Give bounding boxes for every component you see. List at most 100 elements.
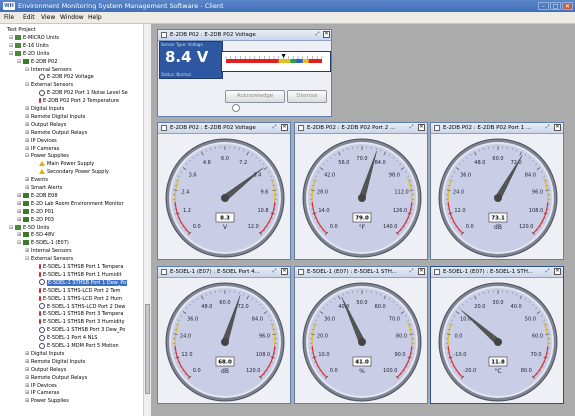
menu-edit[interactable]: Edit: [23, 14, 35, 21]
tree-node[interactable]: E-5DEL-1 STHSB Port 3 Dew_Po: [33, 326, 125, 334]
maximize-icon[interactable]: ⤢: [408, 268, 415, 275]
panel-titlebar[interactable]: E-5DEL-1 (E07) : E-5DEL-1 STH... ⤢ ✕: [295, 267, 427, 278]
maximize-icon[interactable]: ⤢: [408, 124, 415, 131]
tree-node[interactable]: ⊞ Digital Inputs: [25, 105, 64, 113]
maximize-icon[interactable]: ⤢: [544, 268, 551, 275]
tree-node[interactable]: E-5DEL-1 STHSB Port 1 Tempera: [33, 263, 123, 271]
tree-node[interactable]: Secondary Power Supply: [33, 168, 109, 176]
tree-node[interactable]: ⊟ E-2D Units: [9, 50, 49, 58]
tree-node[interactable]: E-2DB P02 Voltage: [33, 73, 94, 81]
tree-node[interactable]: Main Power Supply: [33, 160, 94, 168]
menu-view[interactable]: View: [41, 14, 55, 21]
gauge-panel[interactable]: E-2DB P02 : E-2DB P02 Port 1 ... ⤢ ✕ 0.0…: [430, 122, 564, 260]
close-icon[interactable]: ✕: [554, 124, 561, 131]
tree-node[interactable]: ⊞ IP Cameras: [25, 145, 59, 153]
sensor-icon: [39, 326, 45, 333]
scrollbar-thumb[interactable]: [145, 304, 150, 394]
close-icon[interactable]: ✕: [281, 124, 288, 131]
tree-scrollbar[interactable]: [143, 24, 151, 416]
tree-node[interactable]: ⊞ Internal Sensors: [25, 247, 72, 255]
tree-node[interactable]: ⊞ Output Relays: [25, 366, 66, 374]
tree-node[interactable]: E-5DEL-1 STHSB Port 3 Tempera: [33, 310, 123, 318]
panel-checkbox[interactable]: [161, 125, 167, 131]
tree-node[interactable]: ⊟ E-5D Units: [9, 224, 49, 232]
project-tree[interactable]: Test Project ⊟ E-MICRO Units ⊟ E-16 Units ⊟ E-…: [0, 24, 151, 416]
tree-node[interactable]: ⊟ E-2DB P02: [17, 58, 57, 66]
tree-node[interactable]: ⊟ External Sensors: [25, 81, 73, 89]
close-icon[interactable]: ✕: [418, 124, 425, 131]
tree-node[interactable]: E-5DEL-1 STHSB Port 3 Humidity: [33, 318, 125, 326]
panel-checkbox[interactable]: [161, 32, 167, 38]
tree-node[interactable]: ⊞ Remote Output Relays: [25, 374, 87, 382]
panel-titlebar[interactable]: E-2DB P02 : E-2DB P02 Voltage ⤢ ✕: [158, 30, 331, 41]
gauge-panel[interactable]: E-5DEL-1 (E07) : E-5DEL-1 STH... ⤢ ✕ 0.0…: [294, 266, 428, 404]
panel-titlebar[interactable]: E-2DB P02 : E-2DB P02 Port 1 ... ⤢ ✕: [431, 123, 563, 134]
tree-node[interactable]: ⊞ E-5D-48V: [17, 231, 55, 239]
tree-node[interactable]: E-2DB P02 Port 2 Temperature: [33, 97, 119, 105]
maximize-icon[interactable]: ⤢: [271, 268, 278, 275]
menu-help[interactable]: Help: [88, 14, 102, 21]
panel-checkbox[interactable]: [434, 125, 440, 131]
maximize-button[interactable]: □: [550, 2, 561, 10]
tree-node[interactable]: ⊞ E-2D Lab Room Environment Monitor: [17, 200, 124, 208]
tree-node[interactable]: E-5DEL-1 Port 4 NLS: [33, 334, 97, 342]
tree-node[interactable]: ⊞ Digital Inputs: [25, 350, 64, 358]
close-icon[interactable]: ✕: [554, 268, 561, 275]
gauge-panel[interactable]: E-2DB P02 : E-2DB P02 Port 2 ... ⤢ ✕ 0.0…: [294, 122, 428, 260]
tree-node[interactable]: ⊞ IP Devices: [25, 137, 57, 145]
gauge-panel[interactable]: E-5DEL-1 (E07) : E-5DEL Port 4... ⤢ ✕ 0.…: [157, 266, 291, 404]
tree-node[interactable]: ⊞ Output Relays: [25, 121, 66, 129]
panel-checkbox[interactable]: [161, 269, 167, 275]
panel-titlebar[interactable]: E-5DEL-1 (E07) : E-5DEL Port 4... ⤢ ✕: [158, 267, 290, 278]
menu-file[interactable]: File: [4, 14, 14, 21]
close-icon[interactable]: ✕: [281, 268, 288, 275]
gauge-tick-label: 12.0: [181, 352, 192, 358]
tree-node[interactable]: ⊟ Power Supplies: [25, 152, 69, 160]
tree-node[interactable]: E-5DEL-1 STHS-LCD Port 2 Dew: [33, 303, 125, 311]
tree-node[interactable]: E-5DEL-1 STHSB Port 1 Dew_Po: [33, 279, 128, 287]
close-icon[interactable]: ✕: [323, 31, 330, 38]
tree-node[interactable]: ⊞ Smart Alerts: [25, 184, 62, 192]
tree-node[interactable]: ⊟ External Sensors: [25, 255, 73, 263]
minimize-button[interactable]: –: [538, 2, 549, 10]
panel-titlebar[interactable]: E-2DB P02 : E-2DB P02 Voltage ⤢ ✕: [158, 123, 290, 134]
tree-node[interactable]: ⊞ Remote Digital Inputs: [25, 113, 85, 121]
panel-titlebar[interactable]: E-5DEL-1 (E07) : E-5DEL-1 STH... ⤢ ✕: [431, 267, 563, 278]
panel-checkbox[interactable]: [434, 269, 440, 275]
tree-node[interactable]: ⊟ E-16 Units: [9, 42, 49, 50]
tree-node[interactable]: ⊞ Remote Output Relays: [25, 129, 87, 137]
tree-node[interactable]: ⊟ E-5DEL-1 (E07): [17, 239, 69, 247]
tree-node[interactable]: E-5DEL-1 MDM Port 5 Motion: [33, 342, 119, 350]
tree-node[interactable]: ⊞ Events: [25, 176, 48, 184]
tree-node[interactable]: ⊞ IP Cameras: [25, 389, 59, 397]
tree-node[interactable]: E-5DEL-1 STHSB Port 1 Humidit: [33, 271, 122, 279]
tree-node[interactable]: E-5DEL-1 STHS-LCD Port 2 Tem: [33, 287, 121, 295]
close-icon[interactable]: ✕: [418, 268, 425, 275]
tree-node-label: E-5DEL-1 MDM Port 5 Motion: [47, 343, 119, 349]
tree-node[interactable]: E-2DB P02 Port 1 Noise Level Se: [33, 89, 128, 97]
tree-node[interactable]: ⊞ E-2DB E08: [17, 192, 58, 200]
tree-node[interactable]: ⊞ IP Devices: [25, 382, 57, 390]
gauge-panel[interactable]: E-5DEL-1 (E07) : E-5DEL-1 STH... ⤢ ✕ -20…: [430, 266, 564, 404]
menu-window[interactable]: Window: [60, 14, 84, 21]
status-radio[interactable]: [232, 104, 240, 112]
panel-titlebar[interactable]: E-2DB P02 : E-2DB P02 Port 2 ... ⤢ ✕: [295, 123, 427, 134]
tree-node[interactable]: Test Project: [1, 26, 36, 34]
dismiss-button[interactable]: Dismiss: [287, 90, 327, 103]
acknowledge-button[interactable]: Acknowledge: [225, 90, 285, 103]
tree-node[interactable]: ⊟ E-MICRO Units: [9, 34, 59, 42]
gauge-panel[interactable]: E-2DB P02 : E-2DB P02 Voltage ⤢ ✕ 0.0 1.2…: [157, 122, 291, 260]
tree-node[interactable]: ⊞ E-2D P03: [17, 216, 54, 224]
folder-icon: [15, 224, 21, 230]
tree-node[interactable]: ⊟ Internal Sensors: [25, 66, 72, 74]
panel-checkbox[interactable]: [298, 125, 304, 131]
maximize-icon[interactable]: ⤢: [314, 31, 321, 38]
tree-node[interactable]: ⊞ E-2D P01: [17, 208, 54, 216]
close-button[interactable]: ✕: [562, 2, 573, 10]
maximize-icon[interactable]: ⤢: [271, 124, 278, 131]
panel-checkbox[interactable]: [298, 269, 304, 275]
tree-node[interactable]: ⊞ Power Supplies: [25, 397, 69, 405]
tree-node[interactable]: ⊞ Remote Digital Inputs: [25, 358, 85, 366]
tree-node[interactable]: E-5DEL-1 STHS-LCD Port 2 Hum: [33, 295, 122, 303]
maximize-icon[interactable]: ⤢: [544, 124, 551, 131]
